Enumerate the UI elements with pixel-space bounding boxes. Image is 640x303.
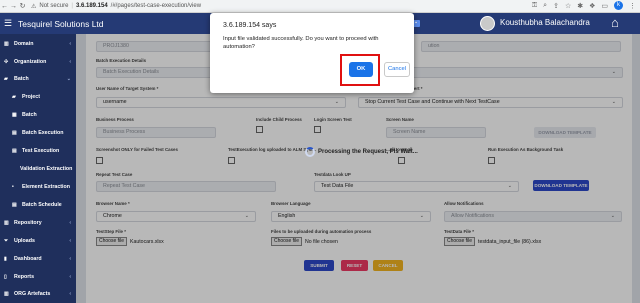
bank-icon: ▥ (4, 220, 9, 226)
sidebar-icon[interactable]: ▭ (601, 2, 608, 10)
sidebar: ▥ Domain ‹ ✣ Organization ‹ ▰ Batch ⌄ ▰ Project… (0, 34, 76, 303)
sidebar-item-label: Project (22, 94, 40, 100)
sidebar-item-dashboard[interactable]: ▮ Dashboard ‹ (0, 250, 76, 268)
browser-actions: ⚿ ⌕ ⇪ ☆ ✱ ❖ ▭ k ⋮ (532, 1, 636, 10)
processing-text: Processing the Request, Pls Wait... (318, 149, 418, 155)
chevron-down-icon: ⌄ (66, 76, 71, 82)
sidebar-item-label: Batch (22, 112, 37, 118)
folder-icon: ▰ (4, 76, 8, 82)
sidebar-item-repository[interactable]: ▥ Repository ‹ (0, 214, 76, 232)
browser-toolbar: ← → ↻ ⚠ Not secure | 3.6.189.154 /#/page… (0, 0, 640, 13)
doc-icon: ▯ (4, 274, 7, 280)
list-icon: ▤ (12, 130, 17, 136)
sidebar-item-batch-schedule[interactable]: ▤ Batch Schedule (0, 196, 76, 214)
org-icon: ✣ (4, 59, 9, 65)
sidebar-item-uploads[interactable]: ⏷ Uploads ‹ (0, 232, 76, 250)
avatar[interactable] (480, 16, 495, 31)
bank-icon: ▥ (4, 41, 9, 47)
sidebar-item-batch-execution[interactable]: ▤ Batch Execution (0, 124, 76, 142)
confirm-dialog: 3.6.189.154 says Input file validated su… (210, 13, 414, 93)
sidebar-item-label: Batch Schedule (22, 202, 62, 208)
bar-icon: ▮ (4, 256, 7, 262)
folder-icon: ▰ (12, 94, 16, 100)
sidebar-item-label: Reports (14, 274, 35, 280)
chevron-left-icon: ‹ (69, 256, 71, 262)
chevron-left-icon: ‹ (69, 220, 71, 226)
dialog-title: 3.6.189.154 says (223, 22, 277, 29)
url-host: 3.6.189.154 (75, 3, 108, 9)
home-icon[interactable]: ⌂ (611, 15, 619, 30)
chevron-left-icon: ‹ (69, 59, 71, 65)
more-icon[interactable]: ⋮ (629, 2, 636, 10)
security-status: Not secure (39, 3, 69, 9)
bullet-icon: • (12, 184, 14, 190)
sidebar-item-label: ORG Artefacts (14, 291, 51, 297)
sidebar-item-reports[interactable]: ▯ Reports ‹ (0, 268, 76, 286)
processing-indicator: Processing the Request, Pls Wait... (305, 147, 418, 157)
chevron-left-icon: ‹ (69, 274, 71, 280)
ok-button[interactable]: OK (349, 62, 373, 77)
filter-icon: ⏷ (4, 238, 9, 244)
sidebar-item-label: Batch (14, 76, 29, 82)
sidebar-item-domain[interactable]: ▥ Domain ‹ (0, 35, 76, 53)
user-name[interactable]: Kousthubha Balachandra (500, 18, 590, 27)
sidebar-item-validation-extraction[interactable]: Validation Extraction (0, 160, 76, 178)
sidebar-item-label: Validation Extraction (20, 166, 73, 172)
key-icon[interactable]: ⚿ (532, 2, 537, 10)
sidebar-item-organization[interactable]: ✣ Organization ‹ (0, 53, 76, 71)
warning-icon: ⚠ (31, 3, 37, 10)
hamburger-icon[interactable]: ☰ (4, 18, 16, 29)
back-icon[interactable]: ← (0, 3, 9, 10)
sidebar-item-batch[interactable]: ▦ Batch (0, 106, 76, 124)
cancel-button[interactable]: Cancel (384, 62, 410, 77)
bank-icon: ▥ (4, 291, 9, 297)
profile-avatar[interactable]: k (614, 1, 623, 10)
sidebar-item-label: Element Extraction (22, 184, 70, 190)
sidebar-item-label: Repository (14, 220, 42, 226)
sidebar-item-label: Domain (14, 41, 34, 47)
list-icon: ▤ (12, 202, 17, 208)
zoom-icon[interactable]: ⌕ (543, 2, 547, 10)
sidebar-item-org-artefacts[interactable]: ▥ ORG Artefacts ‹ (0, 285, 76, 303)
sidebar-item-label: Test Execution (22, 148, 60, 154)
url-path: /#/pages/test-case-execution/view (110, 3, 202, 9)
puzzle-icon[interactable]: ❖ (589, 2, 595, 10)
sidebar-item-label: Batch Execution (22, 130, 64, 136)
sidebar-item-test-execution[interactable]: ▤ Test Execution (0, 142, 76, 160)
sidebar-item-label: Dashboard (14, 256, 42, 262)
sidebar-item-batch-group[interactable]: ▰ Batch ⌄ (0, 70, 76, 88)
chevron-left-icon: ‹ (69, 291, 71, 297)
brand-name: Tesquirel Solutions Ltd (18, 18, 104, 29)
sidebar-item-label: Organization (14, 59, 47, 65)
sidebar-item-project[interactable]: ▰ Project (0, 88, 76, 106)
share-icon[interactable]: ⇪ (553, 2, 559, 10)
separator: | (71, 3, 73, 9)
sidebar-item-element-extraction[interactable]: • Element Extraction (0, 178, 76, 196)
chevron-left-icon: ‹ (69, 41, 71, 47)
list-icon: ▤ (12, 148, 17, 154)
spinner-icon (305, 147, 315, 157)
sidebar-item-label: Uploads (14, 238, 35, 244)
reload-icon[interactable]: ↻ (18, 2, 27, 10)
chevron-left-icon: ‹ (69, 238, 71, 244)
extension-icon[interactable]: ✱ (577, 2, 583, 10)
grid-icon: ▦ (12, 112, 17, 118)
address-bar[interactable]: ⚠ Not secure | 3.6.189.154 /#/pages/test… (31, 3, 201, 10)
dialog-message: Input file validated successfully. Do yo… (223, 36, 379, 50)
forward-icon[interactable]: → (9, 3, 18, 10)
star-icon[interactable]: ☆ (565, 2, 571, 10)
